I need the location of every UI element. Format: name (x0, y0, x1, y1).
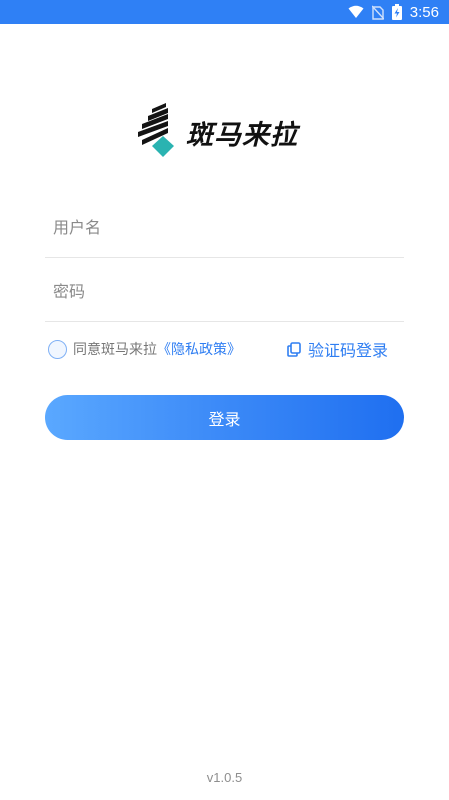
wifi-icon (348, 5, 364, 18)
sms-login-label: 验证码登录 (308, 341, 389, 360)
brand-name: 斑马来拉 (186, 120, 298, 151)
agree-text: 同意斑马来拉 (73, 342, 157, 358)
login-button[interactable]: 登录 (45, 395, 404, 440)
status-icons: 3:56 (348, 3, 439, 21)
status-bar: 3:56 (0, 0, 449, 24)
username-input[interactable] (53, 214, 393, 240)
agree-checkbox[interactable] (48, 339, 67, 359)
password-input[interactable] (53, 278, 393, 304)
copy-icon (287, 341, 301, 357)
battery-charging-icon (391, 4, 402, 20)
status-time: 3:56 (409, 3, 439, 21)
privacy-policy-link[interactable]: 《隐私政策》 (157, 339, 241, 359)
username-field-container (45, 194, 404, 258)
password-field-container (45, 258, 404, 322)
brand-logo: 斑马来拉 (138, 103, 318, 163)
no-sim-icon (371, 5, 384, 20)
app-version: v1.0.5 (206, 770, 243, 785)
zebra-logo-icon (138, 103, 174, 157)
sms-login-link[interactable]: 验证码登录 (287, 338, 388, 360)
privacy-agreement: 同意斑马来拉 《隐私政策》 (48, 338, 241, 360)
